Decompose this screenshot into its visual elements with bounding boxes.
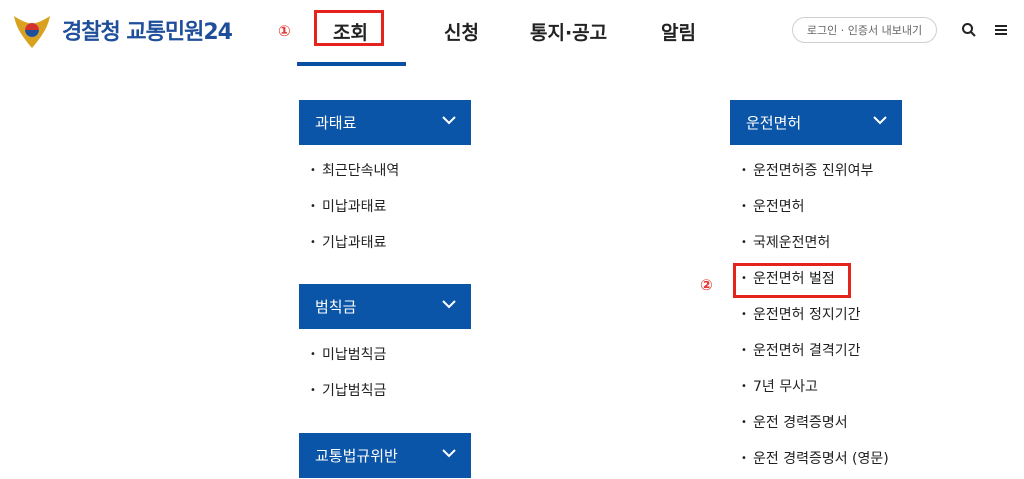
nav-tab-apply[interactable]: 신청 [444, 18, 479, 45]
menu-item-international-license[interactable]: 국제운전면허 [739, 225, 889, 261]
site-logo[interactable]: 경찰청 교통민원24 [10, 10, 233, 50]
menu-item-license[interactable]: 운전면허 [739, 189, 889, 225]
license-menu-list: 운전면허증 진위여부 운전면허 국제운전면허 운전면허 벌점 운전면허 정지기간… [739, 153, 889, 477]
category-fine[interactable]: 과태료 [299, 100, 471, 145]
nav-tab-notice[interactable]: 통지·공고 [530, 18, 607, 45]
fine-menu-list: 최근단속내역 미납과태료 기납과태료 [308, 153, 399, 261]
chevron-down-icon [873, 116, 887, 125]
category-label: 운전면허 [746, 114, 802, 132]
category-label: 교통법규위반 [315, 447, 398, 465]
menu-item-license-suspension-period[interactable]: 운전면허 정지기간 [739, 297, 889, 333]
menu-item-driving-career-certificate-english[interactable]: 운전 경력증명서 (영문) [739, 441, 889, 477]
category-label: 과태료 [315, 114, 357, 132]
nav-active-underline [297, 62, 406, 66]
logo-text: 경찰청 교통민원24 [62, 20, 233, 45]
license-penalty-points-highlight [733, 263, 851, 298]
nav-tab-inquiry-highlight [314, 10, 384, 46]
menu-item-recent-enforcement[interactable]: 최근단속내역 [308, 153, 399, 189]
login-certificate-button[interactable]: 로그인 · 인증서 내보내기 [792, 17, 937, 43]
menu-item-paid-penalty[interactable]: 기납범칙금 [308, 373, 386, 409]
police-emblem-icon [10, 10, 54, 50]
menu-item-driving-career-certificate[interactable]: 운전 경력증명서 [739, 405, 889, 441]
chevron-down-icon [442, 116, 456, 125]
menu-icon[interactable] [993, 22, 1011, 38]
penalty-menu-list: 미납범칙금 기납범칙금 [308, 337, 386, 409]
annotation-marker-1: ① [278, 22, 291, 40]
menu-item-unpaid-fine[interactable]: 미납과태료 [308, 189, 399, 225]
category-traffic-violation[interactable]: 교통법규위반 [299, 433, 471, 478]
menu-item-license-disqualification-period[interactable]: 운전면허 결격기간 [739, 333, 889, 369]
chevron-down-icon [442, 449, 456, 458]
menu-item-license-authenticity[interactable]: 운전면허증 진위여부 [739, 153, 889, 189]
category-label: 범칙금 [315, 298, 357, 316]
annotation-marker-2: ② [700, 276, 713, 294]
search-icon[interactable] [961, 22, 979, 38]
category-penalty[interactable]: 범칙금 [299, 284, 471, 329]
menu-item-paid-fine[interactable]: 기납과태료 [308, 225, 399, 261]
menu-item-unpaid-penalty[interactable]: 미납범칙금 [308, 337, 386, 373]
nav-tab-news[interactable]: 알림 [661, 18, 696, 45]
menu-item-seven-year-accident-free[interactable]: 7년 무사고 [739, 369, 889, 405]
chevron-down-icon [442, 300, 456, 309]
category-drivers-license[interactable]: 운전면허 [730, 100, 902, 145]
